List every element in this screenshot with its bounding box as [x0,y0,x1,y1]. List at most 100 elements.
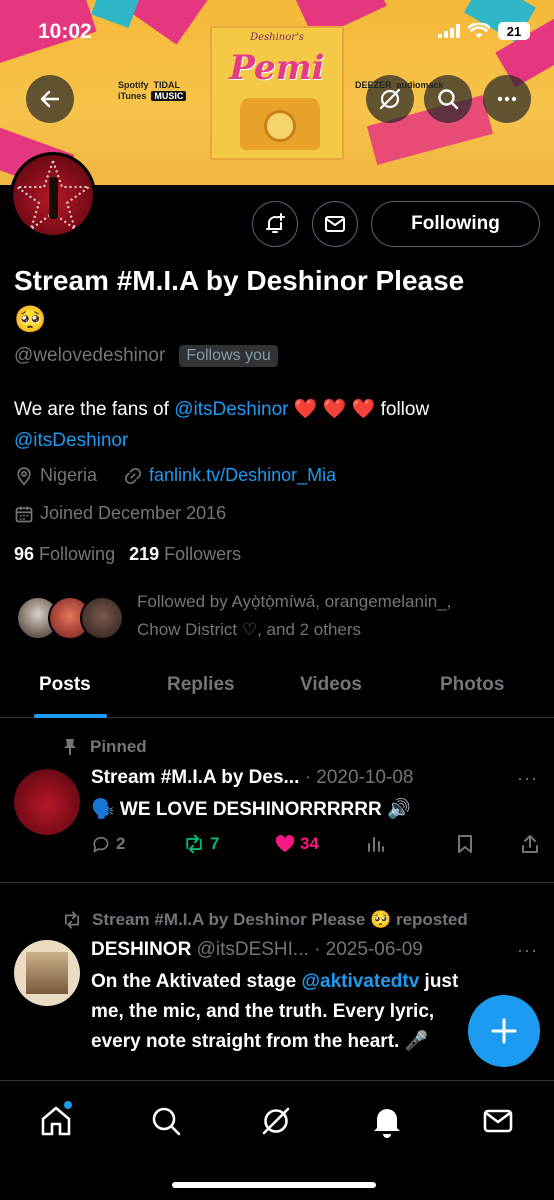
bio-mention-link[interactable]: @itsDeshinor [14,430,128,451]
nav-notifications[interactable] [367,1101,407,1141]
bio-text: We are the fans of [14,399,175,420]
spotify-logo: Spotify [118,80,149,90]
back-button[interactable] [26,75,74,123]
profile-location: Nigeria [40,465,98,485]
post-header: DESHINOR @itsDESHI... · 2025-06-09 [91,939,423,961]
analytics-button[interactable] [367,834,385,852]
search-icon [152,1107,181,1136]
post-text: 🗣️ WE LOVE DESHINORRRRRR 🔊 [91,799,411,820]
location-pin-icon [17,466,31,486]
tab-posts[interactable]: Posts [39,674,91,696]
pin-icon [64,739,76,755]
envelope-icon [325,216,345,232]
streaming-logos-left: Spotify TIDAL iTunes MUSIC [118,80,187,102]
post-text-line: me, the mic, and the truth. Every lyric, [91,1001,435,1022]
pinned-label: Pinned [90,737,147,756]
profile-stats: 96 Following 219 Followers [14,544,241,565]
battery-indicator: 21 [498,22,530,40]
followed-by-line: Chow District ♡, and 2 others [137,620,362,639]
bookmark-icon [458,835,472,853]
reply-count: 2 [116,834,126,853]
message-button[interactable] [312,201,358,247]
pleading-face-emoji: 🥺 [14,304,47,334]
repost-count: 7 [210,834,220,853]
status-time: 10:02 [38,20,92,43]
profile-joined-row: Joined December 2016 [14,503,226,524]
tab-replies[interactable]: Replies [167,674,235,696]
profile-bio: We are the fans of @itsDeshinor ❤️ ❤️ ❤️… [14,394,544,456]
nav-grok[interactable] [256,1101,296,1141]
profile-name: Stream #M.I.A by Deshinor Please 🥺 [14,262,544,338]
nav-messages[interactable] [478,1101,518,1141]
tab-videos[interactable]: Videos [300,674,362,696]
album-title: Pemi [229,48,325,88]
profile-meta-row: Nigeria fanlink.tv/Deshinor_Mia [14,465,336,486]
followers-count: 219 [129,544,160,564]
envelope-icon [483,1109,513,1133]
compose-post-button[interactable] [468,995,540,1067]
album-header: Deshinor's [250,32,304,43]
post-more-button[interactable]: ··· [517,940,538,961]
heart-filled-icon [275,835,295,853]
post-author-handle: @itsDESHI... [196,939,309,960]
post-author-name[interactable]: Stream #M.I.A by Des... [91,767,299,788]
nav-search[interactable] [146,1101,186,1141]
grok-icon [379,88,401,110]
share-button[interactable] [521,834,539,854]
followers-count-link[interactable]: 219 Followers [129,544,241,565]
profile-website-link[interactable]: fanlink.tv/Deshinor_Mia [149,465,336,486]
home-indicator [172,1182,376,1188]
following-count: 96 [14,544,35,564]
link-icon [125,467,142,484]
follows-you-badge: Follows you [179,345,278,367]
bio-hearts: ❤️ ❤️ ❤️ [288,399,381,420]
wifi-icon [468,23,490,38]
repost-icon [65,911,79,929]
bio-mention-link[interactable]: @itsDeshinor [174,399,288,420]
search-button[interactable] [424,75,472,123]
profile-name-text: Stream #M.I.A by Deshinor Please [14,265,465,296]
repost-button[interactable]: 7 [183,834,219,854]
following-button[interactable]: Following [371,201,540,247]
post-mention-link[interactable]: @aktivatedtv [301,971,419,992]
bookmark-button[interactable] [457,834,473,854]
calendar-icon [15,506,33,522]
reposted-by-label[interactable]: Stream #M.I.A by Deshinor Please 🥺 repos… [92,910,468,930]
post-header: Stream #M.I.A by Des... · 2020-10-08 [91,767,413,789]
bell-plus-icon [266,213,285,233]
post-author-name[interactable]: DESHINOR [91,939,191,960]
more-options-button[interactable] [483,75,531,123]
grok-button[interactable] [366,75,414,123]
pinned-label-row: Pinned [62,737,147,757]
like-button[interactable]: 34 [275,834,319,854]
followed-by-text[interactable]: Followed by Ayọ̀tọ̀míwá, orangemelanin_,… [137,588,547,644]
telephone-dial-graphic [264,110,296,142]
analytics-bars-icon [368,837,384,852]
search-icon [438,89,459,110]
bio-text: follow [380,399,430,420]
home-icon [41,1106,71,1136]
notifications-toggle-button[interactable] [252,201,298,247]
profile-avatar[interactable] [10,152,96,238]
more-horizontal-icon [497,96,517,102]
profile-joined-date: Joined December 2016 [40,503,227,523]
repost-icon [186,834,202,854]
post-text-line: just [419,971,459,992]
star-graphic [13,157,93,232]
tab-photos[interactable]: Photos [440,674,504,696]
profile-tabs: Posts Replies Videos Photos [0,664,554,718]
active-tab-indicator [34,714,107,718]
avatar-image [14,769,80,835]
grok-icon [262,1107,290,1135]
handle-row: @welovedeshinor Follows you [14,345,278,367]
post-author-avatar[interactable] [14,940,80,1006]
nav-home[interactable] [36,1101,76,1141]
post-author-avatar[interactable] [14,769,80,835]
following-count-link[interactable]: 96 Following [14,544,115,565]
reply-button[interactable]: 2 [91,834,125,854]
post-divider [0,882,554,883]
album-cover: Deshinor's Pemi [210,26,344,160]
plus-icon [491,1018,517,1044]
post-text-line: every note straight from the heart. 🎤 [91,1031,429,1052]
post-more-button[interactable]: ··· [517,768,538,789]
